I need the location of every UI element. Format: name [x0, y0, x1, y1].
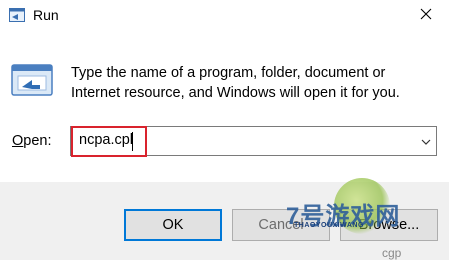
chevron-down-icon[interactable] — [420, 135, 432, 147]
open-combobox[interactable]: ncpa.cpl — [70, 126, 437, 157]
browse-button[interactable]: Browse... — [340, 209, 438, 241]
highlight-annotation — [71, 126, 147, 157]
close-button[interactable] — [403, 0, 449, 32]
open-label: Open: — [12, 133, 52, 149]
open-label-text: pen: — [23, 133, 52, 149]
run-app-icon — [9, 8, 25, 22]
cancel-button[interactable]: Cancel — [232, 209, 330, 241]
close-icon — [420, 7, 432, 25]
window-title: Run — [33, 7, 59, 23]
ok-button[interactable]: OK — [124, 209, 222, 241]
run-program-icon — [10, 63, 54, 99]
open-label-mnemonic: O — [12, 133, 24, 149]
run-description: Type the name of a program, folder, docu… — [71, 65, 400, 101]
title-bar[interactable]: Run — [0, 0, 449, 32]
run-dialog: Run Type the name of a program, folder, … — [0, 0, 449, 260]
